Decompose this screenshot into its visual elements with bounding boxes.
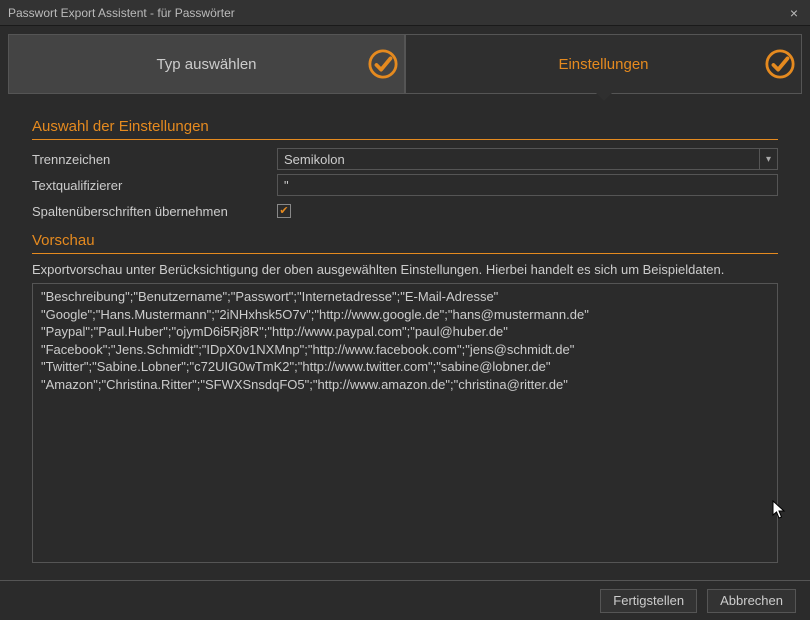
delimiter-value: Semikolon — [284, 152, 759, 167]
headers-checkbox[interactable]: ✔ — [277, 204, 291, 218]
delimiter-label: Trennzeichen — [32, 152, 277, 167]
preview-description: Exportvorschau unter Berücksichtigung de… — [32, 262, 778, 277]
window-titlebar: Passwort Export Assistent - für Passwört… — [0, 0, 810, 26]
delimiter-select[interactable]: Semikolon ▾ — [277, 148, 778, 170]
step-select-type[interactable]: Typ auswählen — [8, 34, 405, 94]
close-icon[interactable]: × — [786, 5, 802, 21]
checkmark-icon: ✔ — [279, 206, 288, 217]
cursor-icon — [772, 500, 786, 520]
chevron-down-icon: ▾ — [759, 149, 777, 169]
preview-section-title: Vorschau — [32, 226, 778, 254]
headers-label: Spaltenüberschriften übernehmen — [32, 204, 277, 219]
headers-row: Spaltenüberschriften übernehmen ✔ — [32, 200, 778, 222]
text-qualifier-input[interactable]: " — [277, 174, 778, 196]
check-icon — [368, 49, 398, 79]
step-label: Typ auswählen — [156, 56, 256, 73]
settings-section-title: Auswahl der Einstellungen — [32, 112, 778, 140]
content-area: Auswahl der Einstellungen Trennzeichen S… — [0, 102, 810, 563]
text-qualifier-value: " — [284, 178, 289, 193]
cancel-button[interactable]: Abbrechen — [707, 589, 796, 613]
text-qualifier-row: Textqualifizierer " — [32, 174, 778, 196]
preview-textbox[interactable]: "Beschreibung";"Benutzername";"Passwort"… — [32, 283, 778, 563]
delimiter-row: Trennzeichen Semikolon ▾ — [32, 148, 778, 170]
check-icon — [765, 49, 795, 79]
window-title: Passwort Export Assistent - für Passwört… — [8, 6, 235, 20]
step-label: Einstellungen — [558, 56, 648, 73]
active-step-arrow-icon — [594, 91, 614, 101]
footer: Fertigstellen Abbrechen — [0, 580, 810, 620]
finish-button[interactable]: Fertigstellen — [600, 589, 697, 613]
text-qualifier-label: Textqualifizierer — [32, 178, 277, 193]
step-settings[interactable]: Einstellungen — [405, 34, 802, 94]
wizard-steps: Typ auswählen Einstellungen — [8, 34, 802, 94]
